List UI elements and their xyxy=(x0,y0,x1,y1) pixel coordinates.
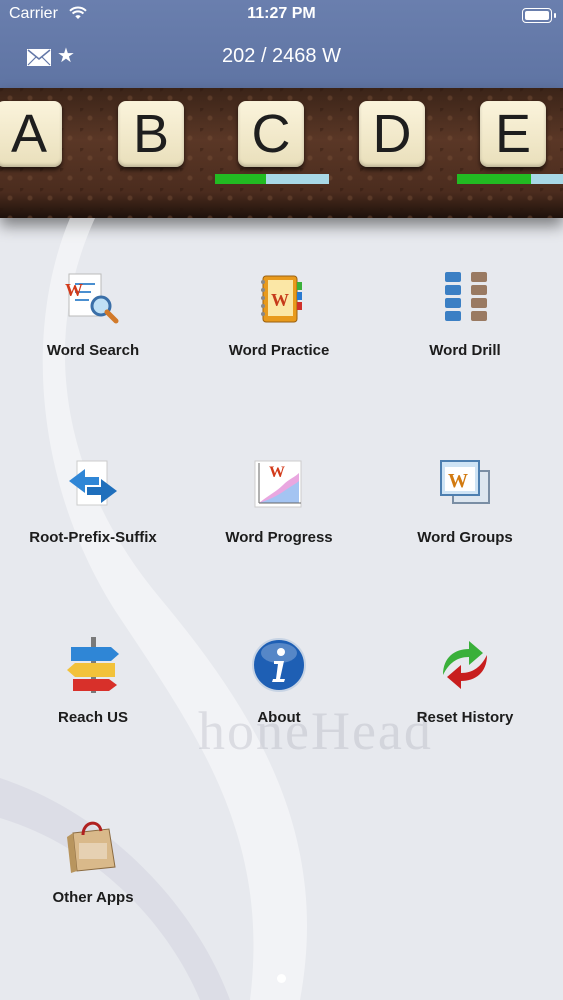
word-search-icon: W xyxy=(65,273,119,324)
progress-fill-c xyxy=(215,174,267,184)
reach-us-label: Reach US xyxy=(57,709,129,726)
root-prefix-suffix-label: Root-Prefix-Suffix xyxy=(29,529,157,546)
letter-tile-a[interactable]: A xyxy=(0,101,62,167)
letter-tile-d[interactable]: D xyxy=(359,101,425,167)
reach-us-button[interactable]: Reach US xyxy=(3,635,183,755)
letter-strip[interactable]: A B C D E xyxy=(0,88,563,218)
signpost-icon xyxy=(67,637,119,693)
svg-text:W: W xyxy=(271,290,289,310)
letter-tile-b[interactable]: B xyxy=(118,101,184,167)
word-progress-icon: W xyxy=(254,460,302,508)
word-drill-label: Word Drill xyxy=(429,342,501,359)
word-practice-icon: W xyxy=(261,275,302,323)
letter-tile-c[interactable]: C xyxy=(238,101,304,167)
root-prefix-suffix-button[interactable]: Root-Prefix-Suffix xyxy=(3,455,183,575)
word-groups-button[interactable]: W Word Groups xyxy=(375,455,555,575)
reset-history-button[interactable]: Reset History xyxy=(375,635,555,755)
reset-arrows-icon xyxy=(443,641,487,689)
svg-text:W: W xyxy=(448,470,468,492)
word-count: 202 / 2468 W xyxy=(222,45,341,67)
svg-text:W: W xyxy=(269,464,285,481)
word-search-label: Word Search xyxy=(46,342,140,359)
shopping-bag-icon xyxy=(67,821,116,873)
word-search-button[interactable]: W Word Search xyxy=(3,268,183,388)
word-practice-button[interactable]: W Word Practice xyxy=(189,268,369,388)
navigation-bar: Carrier 11:27 PM ★ 202 / 2468 W xyxy=(0,0,563,88)
word-drill-icon xyxy=(445,272,487,321)
about-button[interactable]: About xyxy=(189,635,369,755)
reset-history-label: Reset History xyxy=(416,709,514,726)
letter-tile-e[interactable]: E xyxy=(480,101,546,167)
info-icon xyxy=(252,638,306,692)
progress-bar-e xyxy=(457,174,563,184)
other-apps-button[interactable]: Other Apps xyxy=(3,815,183,935)
word-groups-icon: W xyxy=(440,460,490,504)
page-indicator-dot[interactable] xyxy=(277,974,286,983)
other-apps-label: Other Apps xyxy=(52,889,134,906)
word-practice-label: Word Practice xyxy=(228,342,330,359)
about-label: About xyxy=(257,709,301,726)
status-bar: Carrier 11:27 PM xyxy=(0,5,563,27)
word-progress-button[interactable]: W Word Progress xyxy=(189,455,369,575)
word-progress-label: Word Progress xyxy=(225,529,333,546)
progress-fill-e xyxy=(457,174,532,184)
battery-icon xyxy=(522,8,556,23)
root-prefix-suffix-icon xyxy=(69,460,117,506)
word-groups-label: Word Groups xyxy=(417,529,513,546)
status-time: 11:27 PM xyxy=(247,5,316,22)
word-drill-button[interactable]: Word Drill xyxy=(375,268,555,388)
svg-text:W: W xyxy=(65,280,83,300)
progress-bar-c xyxy=(215,174,329,184)
